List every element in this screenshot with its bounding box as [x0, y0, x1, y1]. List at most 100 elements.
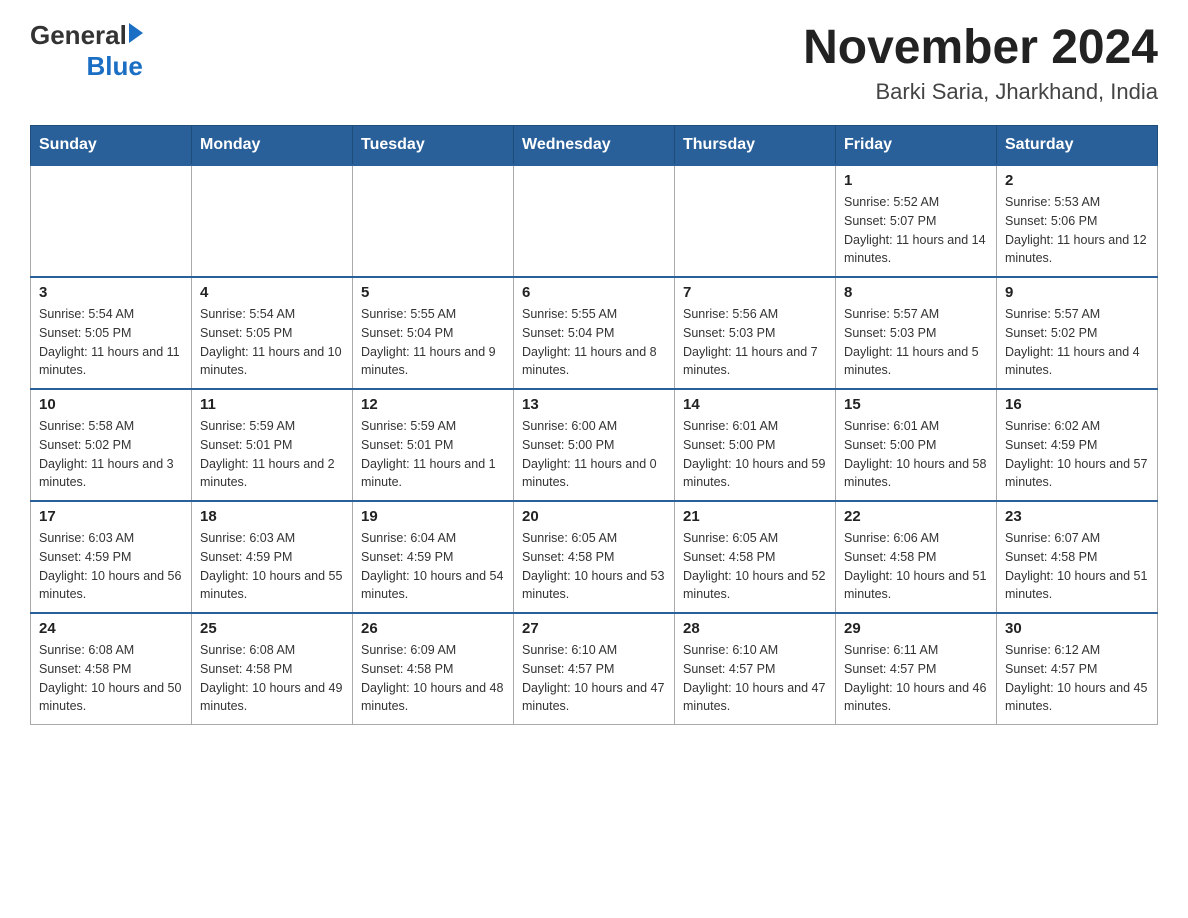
logo-blue-text: Blue	[86, 51, 142, 82]
day-info: Sunrise: 6:06 AMSunset: 4:58 PMDaylight:…	[844, 529, 988, 604]
weekday-header-tuesday: Tuesday	[353, 126, 514, 166]
day-number: 12	[361, 396, 505, 413]
day-number: 24	[39, 620, 183, 637]
calendar-title: November 2024	[803, 20, 1158, 75]
calendar-cell: 2 Sunrise: 5:53 AMSunset: 5:06 PMDaylight…	[997, 165, 1158, 277]
day-info: Sunrise: 6:10 AMSunset: 4:57 PMDaylight:…	[522, 641, 666, 716]
calendar-cell: 24 Sunrise: 6:08 AMSunset: 4:58 PMDayligh…	[31, 613, 192, 725]
weekday-header-saturday: Saturday	[997, 126, 1158, 166]
calendar-cell: 28 Sunrise: 6:10 AMSunset: 4:57 PMDayligh…	[675, 613, 836, 725]
day-number: 25	[200, 620, 344, 637]
day-info: Sunrise: 6:10 AMSunset: 4:57 PMDaylight:…	[683, 641, 827, 716]
weekday-header-sunday: Sunday	[31, 126, 192, 166]
day-info: Sunrise: 6:05 AMSunset: 4:58 PMDaylight:…	[522, 529, 666, 604]
day-info: Sunrise: 6:08 AMSunset: 4:58 PMDaylight:…	[200, 641, 344, 716]
day-number: 23	[1005, 508, 1149, 525]
day-number: 4	[200, 284, 344, 301]
day-number: 15	[844, 396, 988, 413]
day-info: Sunrise: 5:54 AMSunset: 5:05 PMDaylight:…	[39, 305, 183, 380]
calendar-cell: 27 Sunrise: 6:10 AMSunset: 4:57 PMDayligh…	[514, 613, 675, 725]
day-number: 28	[683, 620, 827, 637]
calendar-cell: 11Sunrise: 5:59 AMSunset: 5:01 PMDayligh…	[192, 389, 353, 501]
day-number: 3	[39, 284, 183, 301]
calendar-cell: 22Sunrise: 6:06 AMSunset: 4:58 PMDayligh…	[836, 501, 997, 613]
weekday-header-thursday: Thursday	[675, 126, 836, 166]
day-number: 8	[844, 284, 988, 301]
calendar-cell: 16Sunrise: 6:02 AMSunset: 4:59 PMDayligh…	[997, 389, 1158, 501]
day-info: Sunrise: 6:01 AMSunset: 5:00 PMDaylight:…	[844, 417, 988, 492]
day-number: 19	[361, 508, 505, 525]
logo-arrow-icon	[129, 23, 143, 43]
calendar-table: SundayMondayTuesdayWednesdayThursdayFrid…	[30, 125, 1158, 725]
calendar-cell: 3 Sunrise: 5:54 AMSunset: 5:05 PMDaylight…	[31, 277, 192, 389]
day-number: 21	[683, 508, 827, 525]
day-number: 26	[361, 620, 505, 637]
calendar-week-row: 3 Sunrise: 5:54 AMSunset: 5:05 PMDaylight…	[31, 277, 1158, 389]
calendar-cell: 29 Sunrise: 6:11 AMSunset: 4:57 PMDayligh…	[836, 613, 997, 725]
logo-line2: Blue	[30, 51, 143, 82]
day-number: 6	[522, 284, 666, 301]
day-number: 27	[522, 620, 666, 637]
day-number: 20	[522, 508, 666, 525]
calendar-cell: 10Sunrise: 5:58 AMSunset: 5:02 PMDayligh…	[31, 389, 192, 501]
day-info: Sunrise: 5:55 AMSunset: 5:04 PMDaylight:…	[522, 305, 666, 380]
calendar-header-row: SundayMondayTuesdayWednesdayThursdayFrid…	[31, 126, 1158, 166]
day-info: Sunrise: 6:11 AMSunset: 4:57 PMDaylight:…	[844, 641, 988, 716]
day-info: Sunrise: 6:04 AMSunset: 4:59 PMDaylight:…	[361, 529, 505, 604]
calendar-cell	[353, 165, 514, 277]
day-info: Sunrise: 6:01 AMSunset: 5:00 PMDaylight:…	[683, 417, 827, 492]
weekday-header-monday: Monday	[192, 126, 353, 166]
day-number: 7	[683, 284, 827, 301]
day-number: 13	[522, 396, 666, 413]
day-info: Sunrise: 6:00 AMSunset: 5:00 PMDaylight:…	[522, 417, 666, 492]
day-number: 11	[200, 396, 344, 413]
day-info: Sunrise: 6:03 AMSunset: 4:59 PMDaylight:…	[39, 529, 183, 604]
calendar-cell: 6 Sunrise: 5:55 AMSunset: 5:04 PMDaylight…	[514, 277, 675, 389]
calendar-week-row: 24 Sunrise: 6:08 AMSunset: 4:58 PMDayligh…	[31, 613, 1158, 725]
day-number: 2	[1005, 172, 1149, 189]
calendar-cell: 7 Sunrise: 5:56 AMSunset: 5:03 PMDaylight…	[675, 277, 836, 389]
day-info: Sunrise: 5:59 AMSunset: 5:01 PMDaylight:…	[361, 417, 505, 492]
calendar-week-row: 1Sunrise: 5:52 AMSunset: 5:07 PMDaylight…	[31, 165, 1158, 277]
day-info: Sunrise: 6:12 AMSunset: 4:57 PMDaylight:…	[1005, 641, 1149, 716]
day-info: Sunrise: 6:07 AMSunset: 4:58 PMDaylight:…	[1005, 529, 1149, 604]
day-info: Sunrise: 5:53 AMSunset: 5:06 PMDaylight:…	[1005, 193, 1149, 268]
day-info: Sunrise: 6:02 AMSunset: 4:59 PMDaylight:…	[1005, 417, 1149, 492]
calendar-cell	[675, 165, 836, 277]
calendar-cell: 5Sunrise: 5:55 AMSunset: 5:04 PMDaylight…	[353, 277, 514, 389]
calendar-cell: 17Sunrise: 6:03 AMSunset: 4:59 PMDayligh…	[31, 501, 192, 613]
logo-line1: General	[30, 20, 143, 51]
day-number: 18	[200, 508, 344, 525]
calendar-cell: 30Sunrise: 6:12 AMSunset: 4:57 PMDayligh…	[997, 613, 1158, 725]
calendar-week-row: 10Sunrise: 5:58 AMSunset: 5:02 PMDayligh…	[31, 389, 1158, 501]
weekday-header-wednesday: Wednesday	[514, 126, 675, 166]
day-info: Sunrise: 6:09 AMSunset: 4:58 PMDaylight:…	[361, 641, 505, 716]
logo-general-text: General	[30, 20, 127, 51]
day-info: Sunrise: 6:03 AMSunset: 4:59 PMDaylight:…	[200, 529, 344, 604]
calendar-cell	[192, 165, 353, 277]
day-number: 14	[683, 396, 827, 413]
day-info: Sunrise: 6:08 AMSunset: 4:58 PMDaylight:…	[39, 641, 183, 716]
calendar-cell: 21Sunrise: 6:05 AMSunset: 4:58 PMDayligh…	[675, 501, 836, 613]
calendar-cell: 13 Sunrise: 6:00 AMSunset: 5:00 PMDayligh…	[514, 389, 675, 501]
calendar-cell	[514, 165, 675, 277]
calendar-cell: 18 Sunrise: 6:03 AMSunset: 4:59 PMDayligh…	[192, 501, 353, 613]
title-section: November 2024 Barki Saria, Jharkhand, In…	[803, 20, 1158, 105]
calendar-cell: 14 Sunrise: 6:01 AMSunset: 5:00 PMDayligh…	[675, 389, 836, 501]
day-info: Sunrise: 5:52 AMSunset: 5:07 PMDaylight:…	[844, 193, 988, 268]
day-info: Sunrise: 5:58 AMSunset: 5:02 PMDaylight:…	[39, 417, 183, 492]
calendar-cell: 15 Sunrise: 6:01 AMSunset: 5:00 PMDayligh…	[836, 389, 997, 501]
day-number: 5	[361, 284, 505, 301]
calendar-cell: 4Sunrise: 5:54 AMSunset: 5:05 PMDaylight…	[192, 277, 353, 389]
calendar-subtitle: Barki Saria, Jharkhand, India	[803, 79, 1158, 105]
calendar-week-row: 17Sunrise: 6:03 AMSunset: 4:59 PMDayligh…	[31, 501, 1158, 613]
day-number: 29	[844, 620, 988, 637]
calendar-cell: 9Sunrise: 5:57 AMSunset: 5:02 PMDaylight…	[997, 277, 1158, 389]
day-number: 9	[1005, 284, 1149, 301]
day-info: Sunrise: 5:57 AMSunset: 5:03 PMDaylight:…	[844, 305, 988, 380]
calendar-cell: 12 Sunrise: 5:59 AMSunset: 5:01 PMDayligh…	[353, 389, 514, 501]
calendar-cell: 20 Sunrise: 6:05 AMSunset: 4:58 PMDayligh…	[514, 501, 675, 613]
weekday-header-friday: Friday	[836, 126, 997, 166]
day-info: Sunrise: 5:56 AMSunset: 5:03 PMDaylight:…	[683, 305, 827, 380]
calendar-cell: 23 Sunrise: 6:07 AMSunset: 4:58 PMDayligh…	[997, 501, 1158, 613]
